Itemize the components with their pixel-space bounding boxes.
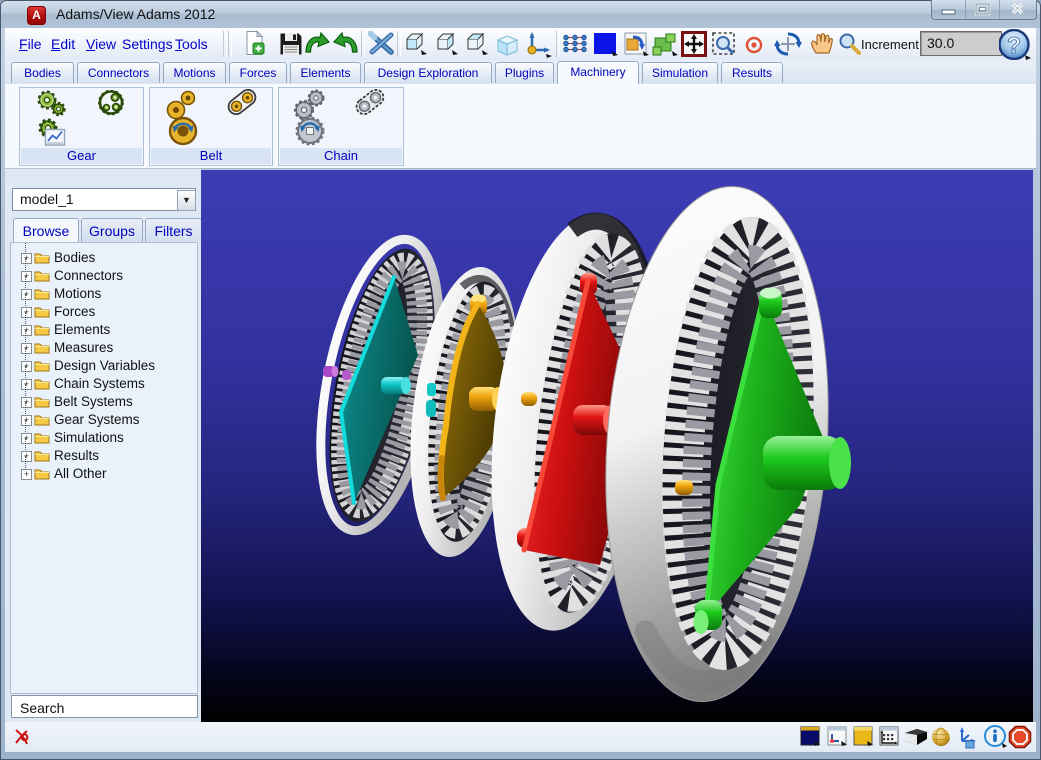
svg-text:?: ?: [1007, 32, 1021, 58]
